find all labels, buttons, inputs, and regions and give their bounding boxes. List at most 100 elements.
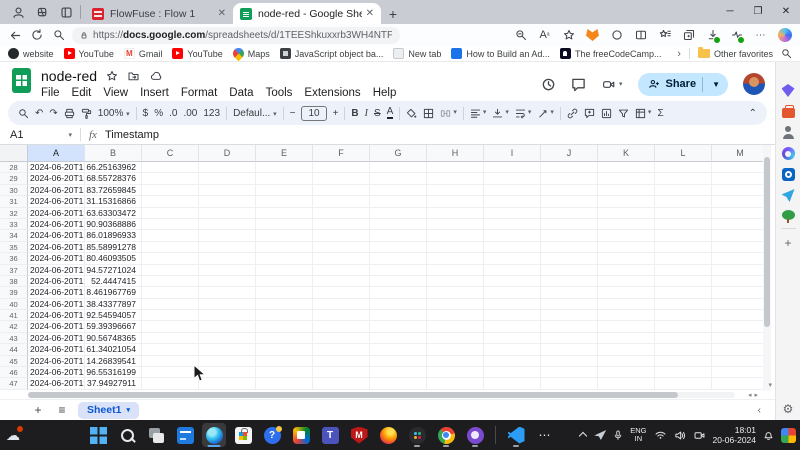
cell-empty[interactable]: [313, 321, 370, 332]
read-aloud-icon[interactable]: Aᵃ: [537, 28, 552, 43]
microphone-icon[interactable]: [613, 429, 623, 441]
cell-empty[interactable]: [370, 219, 427, 230]
cell-value[interactable]: 80.46093505: [85, 253, 142, 264]
cell-empty[interactable]: [655, 173, 712, 184]
cell-empty[interactable]: [142, 333, 199, 344]
cell-empty[interactable]: [256, 367, 313, 378]
cell-empty[interactable]: [541, 310, 598, 321]
cell-empty[interactable]: [199, 367, 256, 378]
row-number[interactable]: 31: [0, 196, 28, 207]
cell-empty[interactable]: [199, 299, 256, 310]
cell-empty[interactable]: [199, 321, 256, 332]
print-icon[interactable]: [64, 108, 75, 119]
widgets-icon[interactable]: [781, 428, 796, 443]
cell-empty[interactable]: [313, 265, 370, 276]
cell-empty[interactable]: [484, 287, 541, 298]
all-sheets-icon[interactable]: ≡: [54, 403, 70, 417]
more-formats-icon[interactable]: 123: [203, 108, 220, 119]
row-number[interactable]: 45: [0, 356, 28, 367]
cell-empty[interactable]: [712, 356, 763, 367]
cell-empty[interactable]: [370, 196, 427, 207]
browser-essentials-icon[interactable]: [729, 28, 744, 43]
cell-empty[interactable]: [256, 310, 313, 321]
cell-value[interactable]: 37.94927911: [85, 378, 142, 389]
cell-empty[interactable]: [199, 185, 256, 196]
cell-empty[interactable]: [712, 378, 763, 389]
cell-empty[interactable]: [313, 173, 370, 184]
cell-value[interactable]: 8.461967769: [85, 287, 142, 298]
cell-value[interactable]: 61.34021054: [85, 344, 142, 355]
cell-empty[interactable]: [142, 299, 199, 310]
volume-icon[interactable]: [674, 430, 686, 441]
cell-empty[interactable]: [313, 333, 370, 344]
chevron-down-icon[interactable]: ▼: [709, 80, 723, 89]
column-header-A[interactable]: A: [28, 145, 85, 162]
cell-timestamp[interactable]: 2024-06-20T12:2: [28, 230, 85, 241]
column-header-M[interactable]: M: [712, 145, 763, 162]
cell-empty[interactable]: [541, 287, 598, 298]
cell-empty[interactable]: [256, 333, 313, 344]
strikethrough-icon[interactable]: S: [374, 108, 381, 119]
cell-empty[interactable]: [427, 310, 484, 321]
column-header-B[interactable]: B: [85, 145, 142, 162]
cell-empty[interactable]: [142, 196, 199, 207]
cell-empty[interactable]: [142, 367, 199, 378]
cell-empty[interactable]: [712, 344, 763, 355]
cell-empty[interactable]: [655, 367, 712, 378]
bookmark-item[interactable]: The freeCodeCamp...: [560, 48, 662, 59]
cell-empty[interactable]: [142, 356, 199, 367]
cell-empty[interactable]: [256, 287, 313, 298]
menu-view[interactable]: View: [97, 86, 134, 100]
cell-empty[interactable]: [712, 196, 763, 207]
workspaces-icon[interactable]: [30, 0, 54, 24]
cell-empty[interactable]: [484, 265, 541, 276]
cell-empty[interactable]: [598, 196, 655, 207]
cell-empty[interactable]: [370, 310, 427, 321]
cell-value[interactable]: 59.39396667: [85, 321, 142, 332]
cell-empty[interactable]: [598, 356, 655, 367]
cell-empty[interactable]: [598, 185, 655, 196]
vertical-scrollbar-thumb[interactable]: [764, 157, 770, 327]
tab-flowfuse[interactable]: FlowFuse : Flow 1 ✕: [85, 3, 233, 24]
redo-icon[interactable]: ↷: [49, 108, 57, 119]
italic-icon[interactable]: I: [365, 108, 368, 119]
cell-empty[interactable]: [484, 321, 541, 332]
cell-empty[interactable]: [199, 230, 256, 241]
cell-empty[interactable]: [427, 253, 484, 264]
cell-empty[interactable]: [199, 265, 256, 276]
row-number[interactable]: 37: [0, 265, 28, 276]
cell-empty[interactable]: [427, 265, 484, 276]
increase-decimal-icon[interactable]: .00: [183, 108, 197, 119]
cell-value[interactable]: 31.15316866: [85, 196, 142, 207]
paint-format-icon[interactable]: [81, 108, 92, 119]
sidebar-telegram-icon[interactable]: [782, 189, 795, 202]
cell-empty[interactable]: [313, 356, 370, 367]
cell-empty[interactable]: [598, 367, 655, 378]
font-select[interactable]: Defaul... ▾: [233, 108, 277, 119]
cell-value[interactable]: 90.90368886: [85, 219, 142, 230]
horizontal-scrollbar-thumb[interactable]: [28, 392, 678, 398]
menu-file[interactable]: File: [35, 86, 66, 100]
row-number[interactable]: 42: [0, 321, 28, 332]
cell-empty[interactable]: [484, 253, 541, 264]
row-number[interactable]: 43: [0, 333, 28, 344]
cell-empty[interactable]: [712, 253, 763, 264]
merge-cells-icon[interactable]: ▾: [440, 108, 457, 119]
create-filter-icon[interactable]: [618, 108, 629, 119]
cell-empty[interactable]: [427, 230, 484, 241]
cell-empty[interactable]: [142, 185, 199, 196]
cell-empty[interactable]: [256, 162, 313, 173]
sidebar-briefcase-icon[interactable]: [782, 108, 795, 118]
cell-empty[interactable]: [256, 321, 313, 332]
row-number[interactable]: 41: [0, 310, 28, 321]
functions-icon[interactable]: Σ: [657, 108, 663, 119]
cell-empty[interactable]: [484, 219, 541, 230]
column-header-E[interactable]: E: [256, 145, 313, 162]
cell-empty[interactable]: [313, 219, 370, 230]
settings-more-icon[interactable]: ⋯: [753, 28, 768, 43]
cell-timestamp[interactable]: 2024-06-20T12:2: [28, 253, 85, 264]
taskbar-teams-icon[interactable]: [318, 423, 342, 447]
text-wrap-icon[interactable]: ▾: [515, 108, 532, 119]
cell-timestamp[interactable]: 2024-06-20T12:2: [28, 196, 85, 207]
close-button[interactable]: ✕: [772, 0, 800, 22]
